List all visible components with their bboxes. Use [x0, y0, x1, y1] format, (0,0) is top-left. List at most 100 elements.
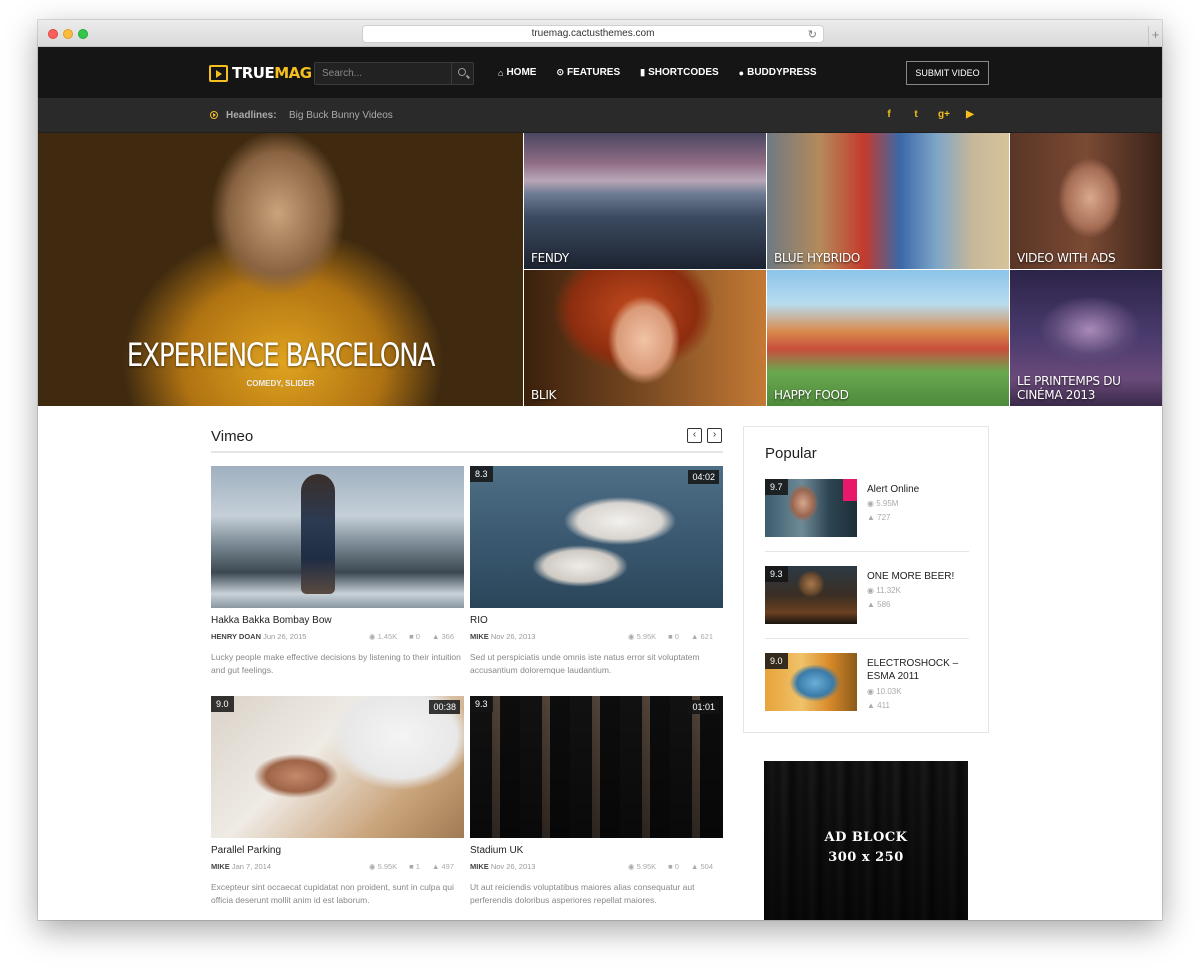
video-title[interactable]: RIO [470, 615, 723, 626]
close-window-icon[interactable] [48, 29, 58, 39]
new-tab-button[interactable]: + [1148, 26, 1162, 46]
comments-icon: ■ 0 [409, 632, 420, 641]
item-divider [765, 638, 969, 639]
popular-item[interactable]: 9.0 ELECTROSHOCK – ESMA 2011 ◉ 10.03K ▲ … [765, 653, 969, 713]
hero-main-tile[interactable]: EXPERIENCE BARCELONA COMEDY, SLIDER [38, 133, 523, 406]
video-card[interactable]: 9.3 01:01 Stadium UK MIKE Nov 26, 2013 ◉… [470, 696, 723, 907]
video-card[interactable]: Hakka Bakka Bombay Bow HENRY DOAN Jun 26… [211, 466, 464, 677]
views-icon: ◉ 11.32K [867, 586, 901, 595]
popular-thumbnail[interactable]: 9.0 [765, 653, 857, 711]
hero-tile-caption: HAPPY FOOD [774, 388, 849, 402]
hero-tile-caption: VIDEO WITH ADS [1017, 251, 1116, 265]
social-links: f t g+ ▶ [884, 109, 975, 120]
hero-tile-happy-food[interactable]: HAPPY FOOD [767, 270, 1009, 406]
duration-badge: 04:02 [688, 470, 719, 484]
like-count: 497 [441, 862, 454, 871]
headlines-bar: Headlines: Big Buck Bunny Videos f t g+ … [38, 98, 1162, 133]
video-author[interactable]: HENRY DOAN [211, 632, 261, 641]
view-count: 5.95K [636, 862, 657, 871]
video-card[interactable]: 8.3 04:02 RIO MIKE Nov 26, 2013 ◉ 5.95K … [470, 466, 723, 677]
video-title[interactable]: Hakka Bakka Bombay Bow [211, 615, 464, 626]
twitter-icon[interactable]: t [911, 109, 921, 120]
video-excerpt: Ut aut reiciendis voluptatibus maiores a… [470, 882, 695, 905]
view-count: 10.03K [876, 687, 902, 696]
rating-badge: 9.7 [765, 479, 788, 495]
video-date: Nov 26, 2013 [490, 632, 536, 641]
popular-thumbnail[interactable]: 9.3 [765, 566, 857, 624]
video-thumbnail[interactable]: 9.3 01:01 [470, 696, 723, 838]
ad-block[interactable]: AD BLOCK 300 x 250 [764, 761, 968, 920]
hero-main-categories[interactable]: COMEDY, SLIDER [38, 379, 523, 388]
hero-tile-video-with-ads[interactable]: VIDEO WITH ADS [1010, 133, 1162, 269]
facebook-icon[interactable]: f [884, 109, 894, 120]
video-title[interactable]: Stadium UK [470, 845, 723, 856]
duration-badge: 00:38 [429, 700, 460, 714]
address-bar-url: truemag.cactusthemes.com [531, 28, 655, 39]
rating-badge: 9.3 [470, 696, 493, 712]
search-input[interactable] [315, 63, 451, 84]
like-count: 727 [877, 513, 891, 522]
hero-tile-caption: BLIK [531, 388, 557, 402]
likes-icon: ▲ 504 [690, 862, 713, 871]
browser-window: truemag.cactusthemes.com ↻ + TRUEMAG ⌂HO… [38, 20, 1162, 920]
hero-grid: EXPERIENCE BARCELONA COMEDY, SLIDER FEND… [38, 133, 1162, 406]
popular-item-title[interactable]: ELECTROSHOCK – ESMA 2011 [867, 657, 969, 683]
site-logo[interactable]: TRUEMAG [209, 63, 312, 83]
minimize-window-icon[interactable] [63, 29, 73, 39]
video-author[interactable]: MIKE [470, 632, 489, 641]
reload-icon[interactable]: ↻ [808, 27, 817, 43]
comment-count: 1 [415, 862, 420, 871]
hero-tile-printemps[interactable]: LE PRINTEMPS DU CINÉMA 2013 [1010, 270, 1162, 406]
play-circle-icon: ⊙ [556, 67, 564, 77]
vimeo-section-title: Vimeo [211, 428, 254, 445]
popular-item[interactable]: 9.3 ONE MORE BEER! ◉ 11.32K ▲ 586 [765, 566, 969, 626]
popular-item-title[interactable]: ONE MORE BEER! [867, 570, 969, 583]
search-box [314, 62, 474, 85]
logo-text: TRUEMAG [232, 64, 312, 82]
views-icon: ◉ 5.95K [368, 862, 398, 871]
maximize-window-icon[interactable] [78, 29, 88, 39]
video-thumbnail[interactable]: 8.3 04:02 [470, 466, 723, 608]
video-author[interactable]: MIKE [211, 862, 230, 871]
video-date: Jan 7, 2014 [231, 862, 272, 871]
video-card[interactable]: 9.0 00:38 Parallel Parking MIKE Jan 7, 2… [211, 696, 464, 907]
headline-link[interactable]: Big Buck Bunny Videos [289, 110, 393, 121]
popular-item[interactable]: 9.7 Alert Online ◉ 5.95M ▲ 727 [765, 479, 969, 539]
youtube-icon[interactable]: ▶ [965, 109, 975, 120]
nav-home[interactable]: ⌂ HOME [498, 67, 536, 78]
nav-buddypress[interactable]: ● BUDDYPRESS [739, 67, 817, 78]
view-count: 5.95M [876, 499, 899, 508]
like-count: 366 [441, 632, 454, 641]
main-nav: ⌂ HOME ⊙ FEATURES ▮ SHORTCODES ● BUDDYPRESS [498, 67, 837, 78]
hero-tile-caption: BLUE HYBRIDO [774, 251, 861, 265]
rating-badge: 9.0 [211, 696, 234, 712]
comment-count: 0 [674, 632, 679, 641]
nav-features[interactable]: ⊙ FEATURES [556, 67, 620, 78]
hero-tile-fendy[interactable]: FENDY [524, 133, 766, 269]
hero-tile-blik[interactable]: BLIK [524, 270, 766, 406]
hero-tile-blue-hybrido[interactable]: BLUE HYBRIDO [767, 133, 1009, 269]
video-thumbnail[interactable] [211, 466, 464, 608]
likes-icon: ▲ 727 [867, 513, 891, 522]
view-count: 1.45K [377, 632, 398, 641]
next-arrow-button[interactable]: › [707, 428, 722, 443]
submit-video-button[interactable]: SUBMIT VIDEO [906, 61, 989, 85]
views-icon: ◉ 5.95K [627, 632, 657, 641]
search-button[interactable] [451, 63, 473, 84]
comments-icon: ■ 0 [668, 862, 679, 871]
duration-badge: 01:01 [688, 700, 719, 714]
google-plus-icon[interactable]: g+ [938, 109, 950, 120]
prev-arrow-button[interactable]: ‹ [687, 428, 702, 443]
video-thumbnail[interactable]: 9.0 00:38 [211, 696, 464, 838]
popular-item-title[interactable]: Alert Online [867, 483, 969, 496]
video-date: Jun 26, 2015 [263, 632, 307, 641]
brand-tag-icon [843, 479, 857, 501]
views-icon: ◉ 5.95K [627, 862, 657, 871]
comments-icon: ■ 0 [668, 632, 679, 641]
hero-tile-caption: FENDY [531, 251, 569, 265]
video-author[interactable]: MIKE [470, 862, 489, 871]
address-bar[interactable]: truemag.cactusthemes.com ↻ [362, 25, 824, 43]
popular-thumbnail[interactable]: 9.7 [765, 479, 857, 537]
video-title[interactable]: Parallel Parking [211, 845, 464, 856]
nav-shortcodes[interactable]: ▮ SHORTCODES [640, 67, 719, 78]
